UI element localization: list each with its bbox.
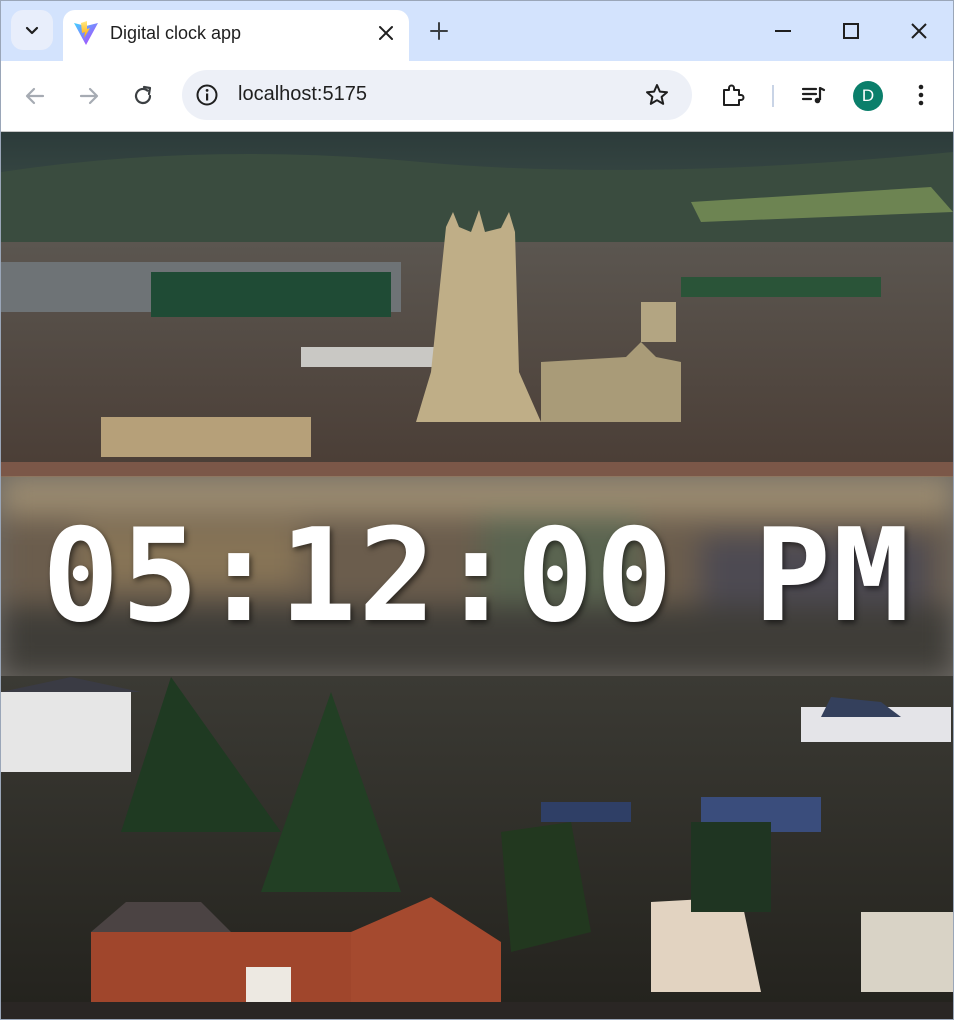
browser-toolbar: localhost:5175 D — [1, 61, 953, 132]
profile-avatar[interactable]: D — [853, 81, 883, 111]
page-viewport: 05:12:00 PM — [1, 132, 953, 1019]
bookmark-star-icon[interactable] — [644, 82, 670, 108]
media-control-icon[interactable] — [799, 81, 827, 109]
window-close-icon[interactable] — [907, 19, 931, 43]
reload-icon[interactable] — [130, 83, 156, 109]
browser-window: Digital clock app localhost:5175 D 05:12… — [0, 0, 954, 1020]
clock-panel: 05:12:00 PM — [1, 476, 953, 676]
tab-title: Digital clock app — [110, 23, 242, 43]
plus-icon[interactable] — [427, 19, 451, 43]
minimize-icon[interactable] — [771, 19, 795, 43]
close-icon[interactable] — [375, 22, 397, 44]
forward-arrow-icon[interactable] — [76, 83, 102, 109]
address-bar[interactable]: localhost:5175 — [182, 70, 692, 120]
vite-favicon-icon — [74, 21, 98, 45]
extensions-icon[interactable] — [719, 81, 747, 109]
digital-clock-time: 05:12:00 PM — [42, 501, 912, 651]
tab-search-icon — [25, 26, 39, 35]
more-menu-icon[interactable] — [909, 81, 933, 109]
active-tab[interactable]: Digital clock app — [63, 10, 409, 61]
site-info-icon[interactable] — [195, 83, 219, 107]
tab-strip: Digital clock app — [1, 1, 953, 61]
maximize-icon[interactable] — [839, 19, 863, 43]
tab-search-button[interactable] — [11, 10, 53, 50]
url-text[interactable]: localhost:5175 — [238, 83, 367, 106]
back-arrow-icon[interactable] — [22, 83, 48, 109]
toolbar-separator — [772, 85, 774, 107]
